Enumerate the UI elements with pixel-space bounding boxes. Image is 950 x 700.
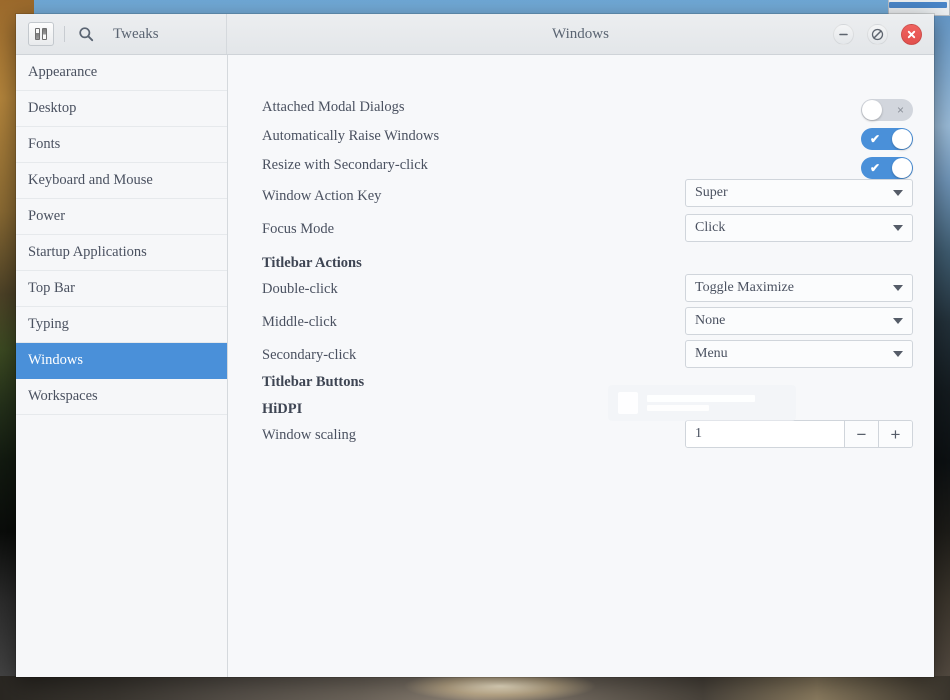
sidebar-item-label: Top Bar [28,280,75,296]
sidebar-item-label: Appearance [28,64,98,80]
resize-with-secondary-click-toggle[interactable]: ✔ [861,157,913,179]
tweaks-switches-icon[interactable] [28,22,54,46]
maximize-restore-icon[interactable] [867,23,888,45]
ghost-text [647,395,755,411]
window-title: Windows [552,25,609,42]
toggle-on-mark: ✔ [870,132,881,146]
middle-click-value: None [695,313,726,328]
search-icon[interactable] [73,22,99,46]
middle-click-dropdown[interactable]: None [685,307,913,335]
sidebar-item-label: Fonts [28,136,61,152]
settings-pane: Attached Modal Dialogs × Automatically R… [228,55,934,677]
header-bar: Tweaks Windows [16,14,934,55]
focus-mode-label: Focus Mode [262,221,335,237]
tweaks-switches-glyph [34,28,48,41]
window-body: Appearance Desktop Fonts Keyboard and Mo… [16,55,934,677]
sidebar-item-power[interactable]: Power [16,199,227,235]
toggle-knob [892,158,912,178]
automatically-raise-windows-toggle[interactable]: ✔ [861,128,913,150]
secondary-click-value: Menu [695,346,728,361]
ghost-overlay-artifact [608,385,796,421]
background-window-titlebar [889,2,947,8]
window-controls [833,14,922,54]
sidebar: Appearance Desktop Fonts Keyboard and Mo… [16,55,228,677]
sidebar-item-fonts[interactable]: Fonts [16,127,227,163]
sidebar-item-label: Windows [28,352,83,368]
app-name-label: Tweaks [113,25,159,42]
header-left-section: Tweaks [16,14,227,54]
minimize-icon[interactable] [833,23,854,45]
sidebar-item-keyboard-and-mouse[interactable]: Keyboard and Mouse [16,163,227,199]
secondary-click-label: Secondary-click [262,347,357,363]
sidebar-item-label: Workspaces [28,388,98,404]
titlebar-buttons-header: Titlebar Buttons [262,374,365,390]
sidebar-item-windows[interactable]: Windows [16,343,227,379]
chevron-down-icon [893,351,903,357]
titlebar-actions-header: Titlebar Actions [262,255,362,271]
sidebar-item-appearance[interactable]: Appearance [16,55,227,91]
window-action-key-dropdown[interactable]: Super [685,179,913,207]
sidebar-item-label: Desktop [28,100,77,116]
window-scaling-value[interactable]: 1 [686,421,844,447]
sidebar-item-label: Keyboard and Mouse [28,172,153,188]
toggle-knob [892,129,912,149]
sidebar-item-label: Typing [28,316,69,332]
window-scaling-stepper[interactable]: 1 − + [685,420,913,448]
toggle-on-mark: ✔ [870,161,881,175]
ghost-icon [618,392,638,414]
double-click-dropdown[interactable]: Toggle Maximize [685,274,913,302]
sidebar-item-desktop[interactable]: Desktop [16,91,227,127]
middle-click-label: Middle-click [262,314,337,330]
toggle-knob [862,100,882,120]
sidebar-item-label: Power [28,208,66,224]
sidebar-item-top-bar[interactable]: Top Bar [16,271,227,307]
focus-mode-value: Click [695,220,726,235]
header-divider [64,26,65,42]
sidebar-item-workspaces[interactable]: Workspaces [16,379,227,415]
automatically-raise-windows-label: Automatically Raise Windows [262,128,440,144]
focus-mode-dropdown[interactable]: Click [685,214,913,242]
attached-modal-dialogs-toggle[interactable]: × [861,99,913,121]
double-click-label: Double-click [262,281,338,297]
close-icon[interactable] [901,23,922,45]
sidebar-item-typing[interactable]: Typing [16,307,227,343]
window-action-key-value: Super [695,185,728,200]
tweaks-window: Tweaks Windows Appearance Desktop Fonts … [16,14,934,677]
sidebar-item-startup-applications[interactable]: Startup Applications [16,235,227,271]
chevron-down-icon [893,285,903,291]
chevron-down-icon [893,318,903,324]
toggle-off-mark: × [896,103,904,117]
secondary-click-dropdown[interactable]: Menu [685,340,913,368]
resize-with-secondary-click-label: Resize with Secondary-click [262,157,428,173]
window-action-key-label: Window Action Key [262,188,382,204]
hidpi-header: HiDPI [262,401,303,417]
chevron-down-icon [893,190,903,196]
sidebar-item-label: Startup Applications [28,244,147,260]
attached-modal-dialogs-label: Attached Modal Dialogs [262,99,405,115]
chevron-down-icon [893,225,903,231]
window-scaling-decrement-button[interactable]: − [844,421,878,447]
window-scaling-increment-button[interactable]: + [878,421,912,447]
double-click-value: Toggle Maximize [695,280,794,295]
window-scaling-label: Window scaling [262,427,357,443]
wallpaper-bottom-edge [0,676,950,700]
